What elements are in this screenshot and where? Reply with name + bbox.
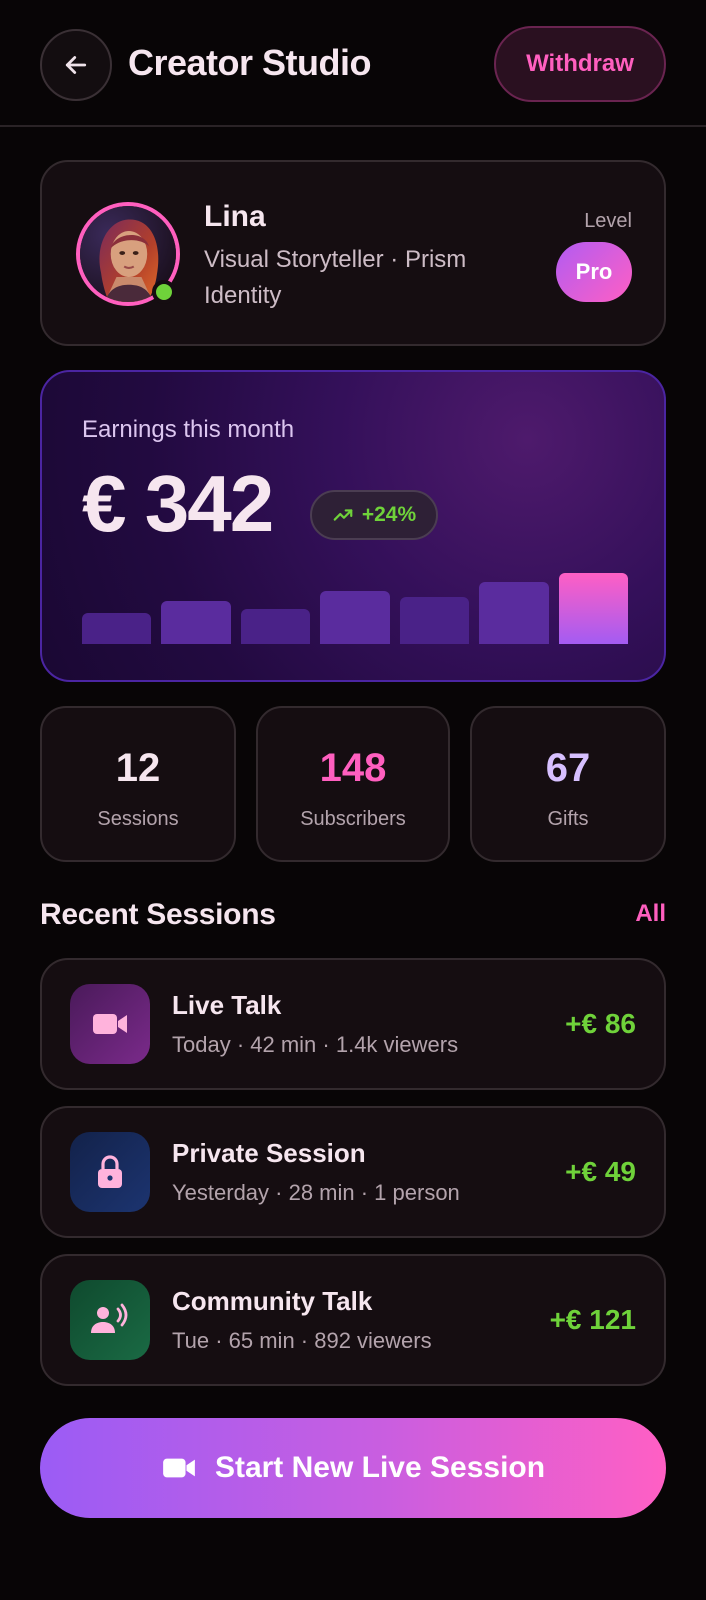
session-title: Community Talk xyxy=(172,1286,373,1316)
video-camera-icon xyxy=(93,1014,127,1034)
session-meta: Today · 42 min · 1.4k viewers xyxy=(172,1032,459,1057)
earnings-bar xyxy=(558,573,628,644)
profile-card[interactable]: Lina Visual Storyteller · Prism Identity… xyxy=(40,160,666,346)
session-meta: Tue · 65 min · 892 viewers xyxy=(172,1328,432,1353)
start-live-session-button[interactable]: Start New Live Session xyxy=(40,1418,666,1518)
stat-sessions[interactable]: 12 Sessions xyxy=(40,706,236,862)
session-icon-tile xyxy=(70,1132,150,1212)
session-item[interactable]: Private Session Yesterday · 28 min · 1 p… xyxy=(40,1106,666,1238)
session-title: Live Talk xyxy=(172,990,282,1020)
earnings-bar-chart xyxy=(82,562,628,644)
stat-label: Gifts xyxy=(547,808,589,830)
trend-value: +24% xyxy=(361,503,417,526)
stat-subscribers[interactable]: 148 Subscribers xyxy=(256,706,450,862)
see-all-link[interactable]: All xyxy=(635,900,666,928)
session-amount: +€ 86 xyxy=(565,1008,636,1039)
section-title: Recent Sessions xyxy=(40,898,276,931)
session-meta: Yesterday · 28 min · 1 person xyxy=(172,1180,460,1205)
stat-label: Subscribers xyxy=(300,808,406,830)
session-icon-tile xyxy=(70,1280,150,1360)
earnings-bar xyxy=(240,609,311,644)
stat-value: 148 xyxy=(319,746,387,790)
withdraw-button[interactable]: Withdraw xyxy=(494,26,666,102)
speaking-person-icon xyxy=(91,1303,128,1333)
profile-role: Visual Storyteller · Prism Identity xyxy=(204,246,467,309)
earnings-amount: € 342 xyxy=(82,459,274,548)
online-status-indicator xyxy=(152,280,176,304)
app-header: Creator Studio Withdraw xyxy=(0,0,706,127)
level-label: Level xyxy=(584,210,632,232)
stat-value: 67 xyxy=(545,746,591,790)
earnings-bar xyxy=(82,613,152,644)
back-button[interactable] xyxy=(40,29,112,101)
earnings-bar xyxy=(399,597,470,644)
page-title: Creator Studio xyxy=(128,42,372,83)
earnings-label: Earnings this month xyxy=(82,416,295,443)
earnings-bar xyxy=(161,601,231,644)
session-item[interactable]: Live Talk Today · 42 min · 1.4k viewers … xyxy=(40,958,666,1090)
session-amount: +€ 121 xyxy=(549,1304,636,1335)
session-amount: +€ 49 xyxy=(565,1156,636,1187)
session-item[interactable]: Community Talk Tue · 65 min · 892 viewer… xyxy=(40,1254,666,1386)
trending-up-icon xyxy=(333,509,353,521)
earnings-bar xyxy=(479,582,549,644)
lock-icon xyxy=(98,1155,122,1188)
level-badge: Pro xyxy=(556,242,632,302)
arrow-left-icon xyxy=(65,56,87,74)
cta-label: Start New Live Session xyxy=(214,1451,546,1484)
session-icon-tile xyxy=(70,984,150,1064)
earnings-card[interactable]: Earnings this month € 342 +24% xyxy=(40,370,666,682)
trend-badge: +24% xyxy=(310,490,438,540)
earnings-bar xyxy=(320,591,390,644)
stat-label: Sessions xyxy=(97,808,179,830)
stat-value: 12 xyxy=(115,746,161,790)
profile-name: Lina xyxy=(204,200,266,233)
stat-gifts[interactable]: 67 Gifts xyxy=(470,706,666,862)
session-title: Private Session xyxy=(172,1138,366,1168)
video-camera-icon xyxy=(163,1458,195,1478)
